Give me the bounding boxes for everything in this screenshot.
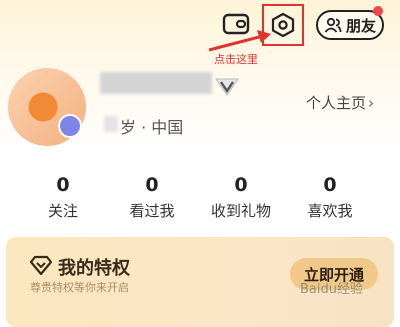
stat-gifts-received[interactable]: 0 收到礼物 [196,172,286,221]
stat-count: 0 [234,174,248,196]
stat-label: 喜欢我 [307,202,353,220]
age-location-text: 岁 · 中国 [120,118,184,137]
stat-count: 0 [56,174,70,196]
profile-page-link[interactable]: 个人主页 › [306,92,374,113]
watermark: Baidu经验 [300,282,363,297]
stat-likes-me[interactable]: 0 喜欢我 [285,172,375,221]
age-blurred [104,116,118,132]
v-badge-icon [215,78,239,96]
stat-viewed-me[interactable]: 0 看过我 [107,172,197,221]
stat-label: 收到礼物 [210,202,271,220]
privilege-title: 我的特权 [58,258,130,279]
chevron-right-icon: › [368,93,375,112]
username-blurred [100,72,212,94]
diamond-icon [30,255,52,275]
friends-label: 朋友 [345,16,376,35]
stat-following[interactable]: 0 关注 [18,172,108,221]
stat-count: 0 [145,174,159,196]
avatar-badge [58,114,82,138]
stat-label: 看过我 [129,202,175,220]
profile-link-label: 个人主页 [306,94,367,112]
notification-dot [373,6,383,16]
privilege-subtitle: 尊贵特权等你来开启 [30,281,129,294]
annotation-text: 点击这里 [214,53,258,66]
stat-count: 0 [323,174,337,196]
people-icon [324,17,342,33]
stat-label: 关注 [47,202,78,220]
